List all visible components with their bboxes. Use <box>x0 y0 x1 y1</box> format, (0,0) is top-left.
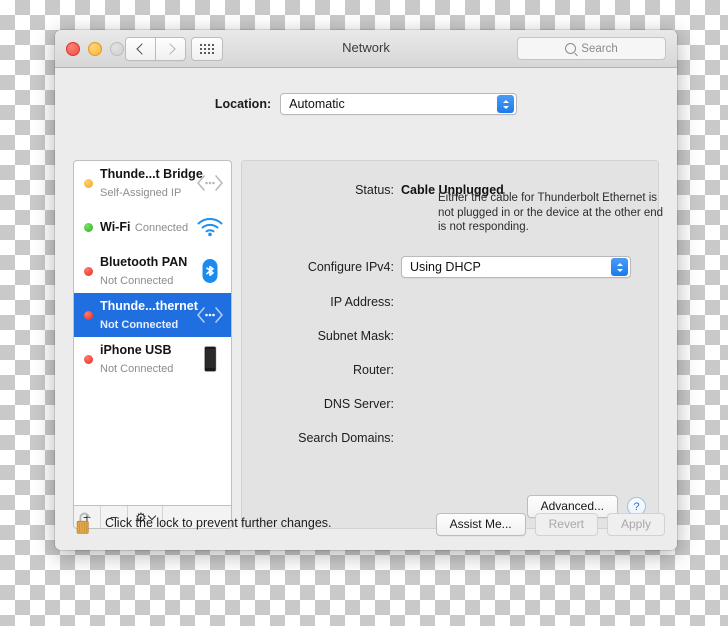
list-item[interactable]: Wi-Fi Connected <box>74 205 231 249</box>
thunderbolt-icon <box>196 301 224 329</box>
location-value: Automatic <box>289 97 345 111</box>
wifi-icon <box>196 213 224 241</box>
service-name: iPhone USB <box>100 343 172 357</box>
service-name: Thunde...t Bridge <box>100 167 203 181</box>
list-item[interactable]: Thunde...t Bridge Self-Assigned IP <box>74 161 231 205</box>
iphone-icon <box>196 345 224 373</box>
list-item-selected[interactable]: Thunde...thernet Not Connected <box>74 293 231 337</box>
configure-ipv4-value: Using DHCP <box>410 260 481 274</box>
location-popup-button[interactable]: Automatic <box>280 93 518 115</box>
dns-server-field: DNS Server: <box>242 397 401 411</box>
service-state: Not Connected <box>100 319 179 331</box>
service-name: Wi-Fi <box>100 220 131 234</box>
ip-address-label: IP Address: <box>330 295 394 309</box>
subnet-mask-field: Subnet Mask: <box>242 329 401 343</box>
dns-server-label: DNS Server: <box>323 397 394 411</box>
search-placeholder: Search <box>581 42 618 55</box>
lock-row: Click the lock to prevent further change… <box>75 511 332 535</box>
service-name: Bluetooth PAN <box>100 255 188 269</box>
status-dot <box>84 222 93 232</box>
status-label: Status: <box>355 183 394 197</box>
window-content: Location: Automatic Thunde...t Bridge Se… <box>55 68 677 550</box>
status-dot <box>84 178 93 188</box>
router-label: Router: <box>353 363 394 377</box>
assist-me-button[interactable]: Assist Me... <box>435 513 526 536</box>
service-detail-panel: Status: Cable Unplugged Either the cable… <box>241 160 663 529</box>
router-field: Router: <box>242 363 401 377</box>
service-state: Connected <box>134 222 189 234</box>
subnet-mask-label: Subnet Mask: <box>317 329 394 343</box>
ip-address-field: IP Address: <box>242 295 401 309</box>
network-service-list[interactable]: Thunde...t Bridge Self-Assigned IP Wi-Fi… <box>73 160 232 506</box>
footer-buttons: Assist Me... Revert Apply <box>435 513 665 536</box>
list-item[interactable]: Bluetooth PAN Not Connected <box>74 249 231 293</box>
window-footer: Click the lock to prevent further change… <box>55 503 677 550</box>
list-item[interactable]: iPhone USB Not Connected <box>74 337 231 381</box>
popup-stepper-icon <box>497 95 515 113</box>
search-input[interactable]: Search <box>517 37 666 60</box>
status-dot <box>84 310 93 320</box>
status-dot <box>84 266 93 276</box>
search-icon <box>565 43 577 54</box>
lock-open-icon[interactable] <box>75 511 94 535</box>
configure-ipv4-popup-button[interactable]: Using DHCP <box>401 256 631 278</box>
revert-button: Revert <box>534 513 598 536</box>
service-name: Thunde...thernet <box>100 299 198 313</box>
search-domains-label: Search Domains: <box>298 431 394 445</box>
popup-stepper-icon <box>611 258 628 276</box>
thunderbolt-icon <box>196 169 224 197</box>
service-state: Self-Assigned IP <box>100 187 182 199</box>
service-state: Not Connected <box>100 275 174 287</box>
bluetooth-icon <box>196 257 224 285</box>
status-dot <box>84 354 93 364</box>
status-description: Either the cable for Thunderbolt Etherne… <box>438 192 664 233</box>
lock-message: Click the lock to prevent further change… <box>105 516 332 530</box>
service-state: Not Connected <box>100 363 174 375</box>
search-domains-field: Search Domains: <box>242 431 401 445</box>
apply-button: Apply <box>606 513 665 536</box>
network-preferences-window: Network Search Location: Automatic Thund… <box>55 30 677 550</box>
location-label: Location: <box>214 97 272 111</box>
configure-ipv4-field: Configure IPv4: Using DHCP <box>242 256 631 278</box>
window-titlebar: Network Search <box>55 30 677 68</box>
location-row: Location: Automatic <box>55 93 677 115</box>
configure-ipv4-label: Configure IPv4: <box>307 260 394 274</box>
